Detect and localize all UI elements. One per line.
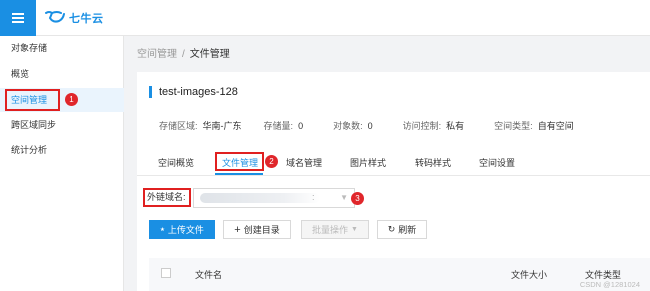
bucket-stats: 存储区域: 华南-广东 存储量: 0 对象数: 0 访问控制: 私有 空间类型:… <box>159 119 574 132</box>
batch-operation-button[interactable]: 批量操作 ▼ <box>301 220 369 239</box>
breadcrumb-separator: / <box>182 49 185 60</box>
stat-objects-value: 0 <box>367 121 373 131</box>
highlight-box-file-tab <box>215 152 264 171</box>
stat-access: 访问控制: 私有 <box>403 119 465 132</box>
stat-objects: 对象数: 0 <box>333 119 373 132</box>
watermark: CSDN @1281024 <box>579 280 640 289</box>
tab-transcode-styles[interactable]: 转码样式 <box>415 156 451 169</box>
batch-operation-label: 批量操作 <box>312 225 349 235</box>
qiniu-logo-icon <box>45 11 65 23</box>
file-table-header: 文件名 文件大小 文件类型 <box>149 258 650 291</box>
breadcrumb-current: 文件管理 <box>189 49 230 60</box>
hamburger-icon <box>12 13 24 23</box>
title-accent-bar <box>149 86 152 98</box>
sidebar-item-object-storage[interactable]: 对象存储 <box>0 36 124 60</box>
stat-type-label: 空间类型: <box>494 121 533 131</box>
refresh-icon: ↻ <box>387 224 396 234</box>
stat-storage-label: 存储量: <box>263 121 294 131</box>
breadcrumb-parent[interactable]: 空间管理 <box>137 49 177 60</box>
upload-file-label: 上传文件 <box>167 225 204 235</box>
bucket-title: test-images-128 <box>149 86 238 98</box>
create-directory-button[interactable]: + 创建目录 <box>223 220 291 239</box>
tab-image-styles[interactable]: 图片样式 <box>350 156 386 169</box>
annotation-badge-3: 3 <box>351 192 364 205</box>
stat-access-label: 访问控制: <box>402 121 442 131</box>
stat-storage-value: 0 <box>298 121 304 131</box>
stat-objects-label: 对象数: <box>333 121 363 131</box>
tab-bucket-settings[interactable]: 空间设置 <box>479 156 515 169</box>
sidebar: 对象存储 概览 空间管理 跨区域同步 统计分析 1 <box>0 36 124 291</box>
domain-value-blurred <box>200 193 320 203</box>
stat-region-value: 华南-广东 <box>202 121 242 131</box>
stat-type: 空间类型: 自有空间 <box>494 119 574 132</box>
logo[interactable]: 七牛云 <box>44 8 104 28</box>
top-bar: 七牛云 <box>0 0 650 36</box>
upload-icon: ⭑ <box>160 224 165 234</box>
sidebar-item-overview[interactable]: 概览 <box>0 62 124 86</box>
refresh-label: 刷新 <box>398 225 417 235</box>
refresh-button[interactable]: ↻ 刷新 <box>377 220 427 239</box>
sidebar-item-statistics[interactable]: 统计分析 <box>0 138 124 162</box>
bucket-name: test-images-128 <box>159 86 238 98</box>
plus-icon: + <box>234 223 241 236</box>
chevron-down-icon: ▼ <box>351 226 358 233</box>
annotation-badge-2: 2 <box>265 155 278 168</box>
column-header-size: 文件大小 <box>511 270 548 280</box>
domain-colon: : <box>312 192 315 202</box>
highlight-box-sidebar <box>5 89 60 111</box>
upload-file-button[interactable]: ⭑ 上传文件 <box>149 220 215 239</box>
sidebar-item-cross-region-sync[interactable]: 跨区域同步 <box>0 113 124 137</box>
annotation-badge-1: 1 <box>65 93 78 106</box>
bucket-panel: test-images-128 存储区域: 华南-广东 存储量: 0 对象数: … <box>137 72 650 291</box>
domain-label: 外链域名: <box>143 188 191 207</box>
column-header-filename: 文件名 <box>195 270 223 280</box>
domain-select[interactable]: : ▼ <box>193 188 355 208</box>
bucket-tabs: 空间概览 文件管理 域名管理 图片样式 转码样式 空间设置 2 <box>137 152 650 176</box>
stat-region: 存储区域: 华南-广东 <box>159 119 242 132</box>
create-directory-label: 创建目录 <box>243 225 280 235</box>
menu-toggle-button[interactable] <box>0 0 36 36</box>
stat-storage: 存储量: 0 <box>264 119 304 132</box>
breadcrumb: 空间管理 / 文件管理 <box>137 45 230 60</box>
stat-type-value: 自有空间 <box>537 121 574 131</box>
logo-text: 七牛云 <box>69 13 104 25</box>
chevron-down-icon: ▼ <box>340 193 348 202</box>
tab-bucket-overview[interactable]: 空间概览 <box>158 156 194 169</box>
stat-region-label: 存储区域: <box>159 121 198 131</box>
stat-access-value: 私有 <box>446 121 465 131</box>
active-tab-indicator <box>215 173 263 175</box>
select-all-checkbox[interactable] <box>161 268 171 278</box>
tab-domain-management[interactable]: 域名管理 <box>286 156 322 169</box>
